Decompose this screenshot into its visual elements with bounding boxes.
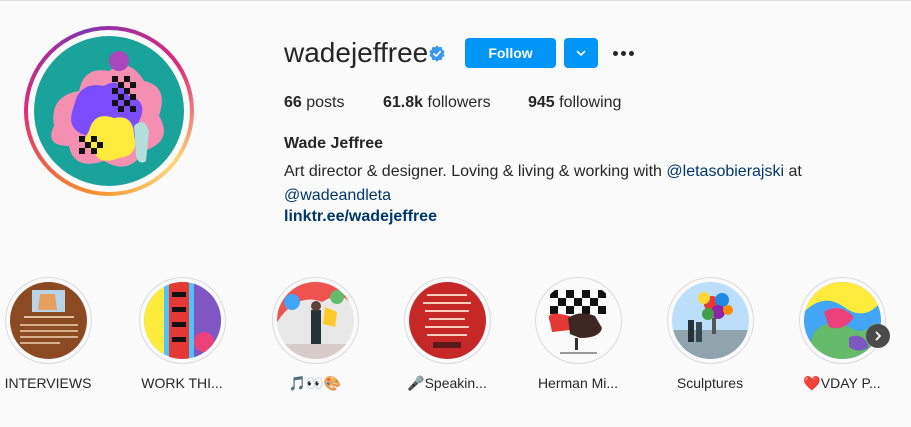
highlight-thumbnail — [803, 282, 881, 359]
profile-full-name: Wade Jeffree — [284, 135, 383, 152]
followers-stat[interactable]: 61.8k followers — [383, 94, 491, 112]
highlight-thumbnail — [9, 282, 87, 359]
mention-link[interactable]: @wadeandleta — [284, 187, 391, 204]
highlight-label: ❤️VDAY P... — [803, 375, 881, 391]
highlight-thumbnail — [671, 282, 749, 359]
profile-bio: Art director & designer. Loving & living… — [284, 163, 802, 204]
mention-link[interactable]: @letasobierajski — [666, 163, 784, 180]
avatar-artwork — [34, 36, 184, 186]
story-highlight[interactable]: Sculptures — [665, 277, 755, 391]
highlight-label: 🎤Speakin... — [407, 375, 487, 391]
story-highlight[interactable]: 🎤Speakin... — [402, 277, 492, 391]
highlight-thumbnail — [276, 282, 354, 359]
posts-stat: 66 posts — [284, 94, 345, 111]
profile-avatar[interactable] — [24, 26, 194, 196]
following-stat[interactable]: 945 following — [528, 94, 621, 112]
highlight-label: Sculptures — [676, 375, 744, 391]
highlight-thumbnail — [539, 282, 617, 359]
highlight-thumbnail — [408, 282, 486, 359]
suggested-accounts-button[interactable] — [564, 38, 598, 68]
follow-button[interactable]: Follow — [465, 38, 556, 68]
highlight-label: INTERVIEWS — [4, 375, 92, 391]
highlight-thumbnail — [143, 282, 221, 359]
story-highlight[interactable]: Herman Mi... — [533, 277, 623, 391]
story-highlight[interactable]: ❤️VDAY P... — [797, 277, 887, 391]
highlight-label: 🎵👀🎨 — [288, 375, 342, 391]
story-highlight[interactable]: WORK THI... — [137, 277, 227, 391]
profile-website-link[interactable]: linktr.ee/wadejeffree — [284, 208, 437, 226]
chevron-down-icon — [576, 50, 586, 57]
story-highlight[interactable]: 🎵👀🎨 — [270, 277, 360, 391]
highlight-label: WORK THI... — [141, 375, 223, 391]
story-highlight[interactable]: INTERVIEWS — [3, 277, 93, 391]
chevron-right-icon[interactable] — [866, 324, 890, 348]
highlight-label: Herman Mi... — [537, 375, 619, 391]
profile-username: wadejeffree — [284, 37, 429, 68]
verified-badge-icon — [429, 45, 445, 62]
more-options-icon[interactable] — [610, 41, 636, 65]
